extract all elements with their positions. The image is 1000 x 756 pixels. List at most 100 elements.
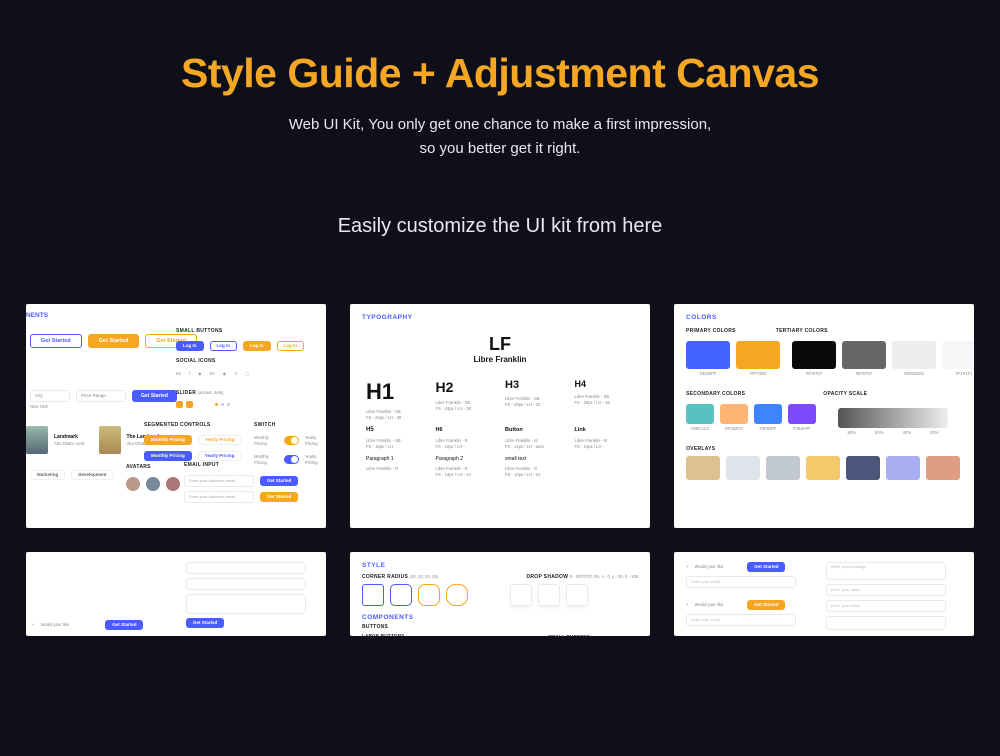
email-input[interactable]: Enter your email (686, 614, 796, 626)
tag-development[interactable]: Development (71, 470, 113, 480)
login-button[interactable]: Log In (176, 341, 204, 351)
instagram-icon[interactable]: ◻ (245, 371, 248, 377)
behance-icon[interactable]: Bē (210, 371, 215, 377)
get-started-button[interactable]: Get Started (105, 620, 143, 630)
typography-heading: TYPOGRAPHY (350, 304, 650, 328)
h6-meta: Libre Franklin - R FS - 18px / LH - (436, 438, 496, 450)
get-started-button[interactable]: Get Started (88, 334, 140, 348)
email-input[interactable]: Enter your business email (184, 491, 254, 503)
get-started-button[interactable]: Get Started (30, 334, 82, 348)
email-input[interactable] (186, 578, 306, 590)
slider-label: SLIDER (176, 390, 196, 396)
slider-arrow-next-icon[interactable] (186, 401, 193, 408)
social-icons-label: SOCIAL ICONS (176, 358, 249, 364)
smalltext-sample: small text (505, 456, 565, 462)
slider-dot[interactable] (215, 403, 218, 406)
hero-sub-line: so you better get it right. (420, 140, 581, 157)
card-forms-blue: Get Started + Would your like Get Starte… (26, 552, 326, 636)
h4-meta: Libre Franklin - SB FS - 20px / LH - 46 (575, 394, 635, 406)
message-input[interactable] (826, 616, 946, 630)
overlay-swatch (806, 456, 840, 480)
p1-sample: Paragraph 1 (366, 456, 426, 462)
login-button[interactable]: Log In (243, 341, 271, 351)
color-swatch (686, 341, 730, 369)
card-colors: COLORS PRIMARY COLORS TERTIARY COLORS #4… (674, 304, 974, 528)
slider-dot[interactable] (227, 403, 230, 406)
price-select[interactable]: Price Range (76, 390, 126, 402)
get-started-button[interactable]: Get Started (747, 600, 785, 610)
color-hex: #FCB574 (725, 426, 743, 432)
listing-sub: Abu Dhabi, UAE (54, 441, 85, 447)
login-button[interactable]: Log In (210, 341, 238, 351)
message-input[interactable]: Write your message (826, 562, 946, 580)
overlays-label: OVERLAYS (686, 446, 962, 452)
opacity-scale: 80%60%40%20% (838, 408, 948, 428)
p2-sample: Paragraph 2 (436, 456, 496, 462)
behance-icon[interactable]: Bē (176, 371, 181, 377)
h5-sample: H5 (366, 427, 426, 434)
h4-sample: H4 (575, 379, 635, 390)
segment-monthly[interactable]: Monthly Pricing (144, 435, 192, 445)
color-hex: #F1F1F1 (956, 371, 973, 377)
color-hex: #59C1C2 (691, 426, 709, 432)
slider-arrow-prev-icon[interactable] (176, 401, 183, 408)
login-button[interactable]: Log In (277, 341, 305, 351)
drop-shadow-values: 0 - #070707 3%, x - 0, y - 30, b - 108 (570, 574, 638, 579)
avatar (166, 477, 180, 491)
email-input[interactable]: Enter your email (686, 576, 796, 588)
get-started-button[interactable]: Get Started (260, 492, 298, 502)
city-select[interactable]: City (30, 390, 70, 402)
color-hex: #EDEDED (904, 371, 924, 377)
get-started-button[interactable]: Get Started (132, 390, 177, 402)
tag-marketing[interactable]: Marketing (30, 470, 65, 480)
style-heading: STYLE (350, 552, 650, 572)
secondary-colors-label: SECONDARY COLORS (686, 391, 745, 397)
shadow-sample (538, 584, 560, 606)
segment-yearly[interactable]: Yearly Pricing (198, 435, 242, 445)
card-style: STYLE CORNER RADIUS (10, 18, 20, 25) DRO… (350, 552, 650, 636)
avatars-label: AVATARS (126, 464, 180, 470)
opacity-value: 40% (903, 430, 911, 436)
listing-title: Landmark (54, 434, 85, 440)
email-input-label: EMAIL INPUT (184, 462, 298, 468)
get-started-button[interactable]: Get Started (186, 618, 224, 628)
segment-monthly[interactable]: Monthly Pricing (144, 451, 192, 461)
overlay-swatch (886, 456, 920, 480)
color-swatch (792, 341, 836, 369)
segment-yearly[interactable]: Yearly Pricing (198, 451, 242, 461)
twitter-icon[interactable]: ◆ (198, 371, 201, 377)
h2-sample: H2 (436, 379, 496, 396)
name-input[interactable]: Enter your name (826, 584, 946, 596)
color-swatch (942, 341, 974, 369)
corner-radius-label: CORNER RADIUS (362, 574, 408, 580)
slider-dot[interactable] (221, 403, 224, 406)
add-field-label[interactable]: Would your like (695, 564, 724, 570)
pinterest-icon[interactable]: ℗ (234, 371, 237, 377)
button-sample: Button (505, 427, 565, 434)
smalltext-meta: Libre Franklin - R FS - 14px / LH - 24 (505, 466, 565, 478)
radius-sample (418, 584, 440, 606)
get-started-button[interactable]: Get Started (747, 562, 785, 572)
pricing-toggle[interactable] (284, 436, 299, 445)
email-input[interactable]: Enter your business email (184, 475, 254, 487)
colors-heading: COLORS (674, 304, 974, 328)
color-swatch (788, 404, 816, 424)
card-forms-orange: +Would your likeGet Started Enter your e… (674, 552, 974, 636)
get-started-button[interactable]: Get Started (260, 476, 298, 486)
message-input[interactable] (186, 594, 306, 614)
switch-label: SWITCH (254, 422, 326, 428)
dribbble-icon[interactable]: ◉ (223, 371, 227, 377)
opacity-value: 20% (930, 430, 938, 436)
color-swatch (754, 404, 782, 424)
color-swatch (720, 404, 748, 424)
name-input[interactable] (186, 562, 306, 574)
add-field-label[interactable]: Would your like (695, 602, 724, 608)
color-swatch (736, 341, 780, 369)
hero: Style Guide + Adjustment Canvas Web UI K… (0, 0, 1000, 268)
add-field-label[interactable]: Would your like (41, 622, 70, 628)
email-input[interactable]: Enter your email (826, 600, 946, 612)
small-buttons-label: SMALL BUTTONS (176, 328, 304, 334)
color-hex: #3F84FF (760, 426, 777, 432)
hero-title: Style Guide + Adjustment Canvas (60, 50, 940, 97)
facebook-icon[interactable]: f (189, 371, 190, 377)
